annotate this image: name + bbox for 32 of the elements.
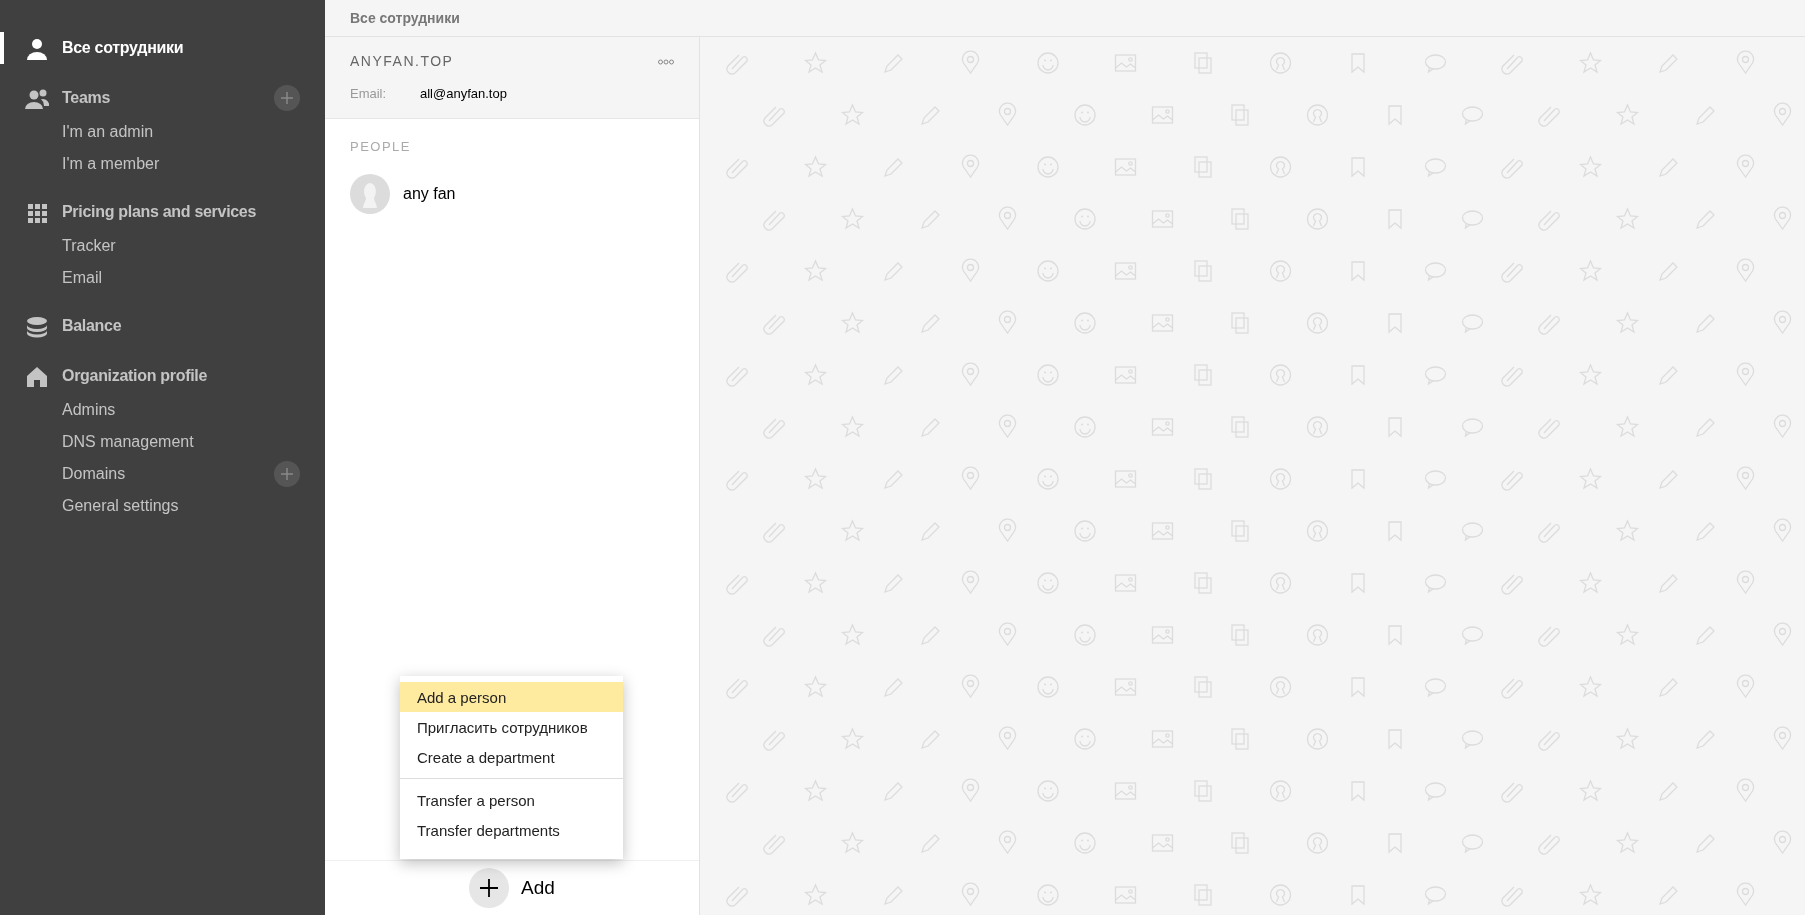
field-label: Email: (350, 85, 388, 103)
sidebar-link[interactable]: DNS management (62, 430, 194, 454)
field-value: all@anyfan.top (420, 85, 507, 103)
sidebar-link[interactable]: Tracker (62, 234, 116, 258)
home-icon (25, 364, 49, 388)
person-name[interactable]: any fan (403, 182, 456, 206)
person-icon (25, 36, 49, 60)
sidebar-item[interactable]: Balance (0, 308, 325, 344)
organization-name: ANYFAN.TOP (350, 52, 454, 71)
sidebar-link[interactable]: I'm a member (62, 152, 160, 176)
coins-icon (25, 314, 49, 338)
add-icon[interactable] (274, 85, 300, 111)
menu-item[interactable]: Add a person (400, 682, 623, 712)
add-icon[interactable] (274, 461, 300, 487)
add-button[interactable]: Add (469, 868, 555, 908)
sidebar-link[interactable]: Admins (62, 398, 116, 422)
sidebar-item[interactable]: Organization profile (0, 358, 325, 394)
menu-item[interactable]: Transfer departments (400, 815, 623, 845)
more-icon[interactable] (658, 58, 674, 65)
sidebar-item[interactable]: Все сотрудники (0, 30, 325, 66)
sidebar-link[interactable]: General settings (62, 494, 179, 518)
sidebar-item[interactable]: Pricing plans and services (0, 194, 325, 230)
menu-item[interactable]: Create a department (400, 742, 623, 772)
sidebar-link[interactable]: Domains (62, 462, 126, 486)
page-title: Все сотрудники (325, 0, 1805, 37)
plus-icon (469, 868, 510, 908)
sidebar-link[interactable]: I'm an admin (62, 120, 154, 144)
sidebar-link[interactable]: Email (62, 266, 102, 290)
menu-item[interactable]: Пригласить сотрудников (400, 712, 623, 742)
menu-item[interactable]: Transfer a person (400, 785, 623, 815)
sidebar-item[interactable]: Teams (0, 80, 325, 116)
section-heading: PEOPLE (350, 137, 413, 156)
